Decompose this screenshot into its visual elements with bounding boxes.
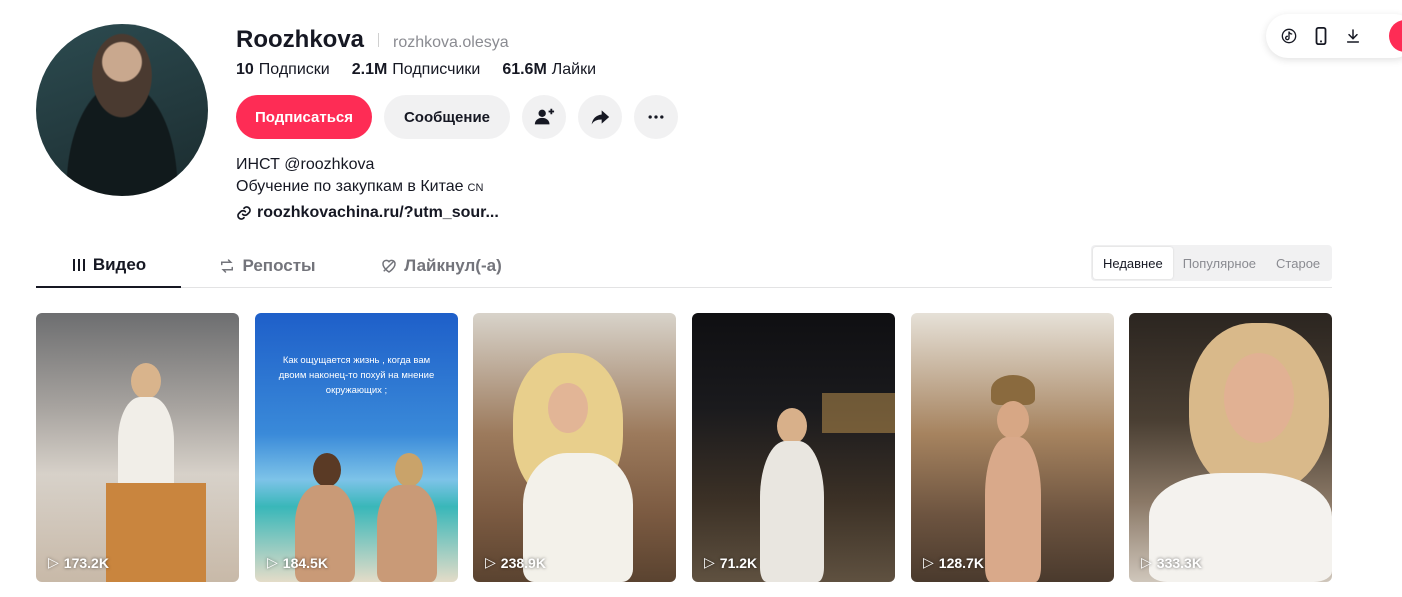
more-icon	[648, 115, 664, 119]
sort-popular[interactable]: Популярное	[1173, 247, 1266, 279]
tab-reposts-label: Репосты	[242, 256, 316, 275]
play-icon: ▷	[48, 554, 59, 570]
tab-videos-label: Видео	[92, 255, 147, 274]
stat-followers[interactable]: 2.1M Подписчики	[352, 61, 481, 79]
sort-oldest[interactable]: Старое	[1266, 247, 1330, 279]
video-card[interactable]: ▷ 71.2K	[692, 313, 895, 582]
stat-following[interactable]: 10 Подписки	[236, 61, 330, 79]
sort-control: Недавнее Популярное Старое	[1091, 245, 1332, 281]
bio-line-1: ИНСТ @roozhkova	[236, 156, 375, 173]
thumbnail-person	[131, 363, 161, 399]
stat-likes-label: Лайки	[551, 61, 597, 78]
profile-actions: Подписаться Сообщение	[236, 95, 678, 139]
repost-icon	[221, 259, 234, 273]
stat-followers-value: 2.1M	[351, 61, 388, 78]
tiktok-icon[interactable]	[1280, 27, 1298, 45]
heart-hidden-icon	[382, 259, 396, 273]
thumbnail-person-body	[377, 485, 437, 582]
video-card[interactable]: ▷ 238.9K	[473, 313, 676, 582]
link-icon	[237, 206, 251, 220]
thumbnail-lights	[822, 393, 895, 433]
cn-flag-label: CN	[467, 182, 484, 194]
view-count: ▷ 238.9K	[485, 554, 546, 571]
video-grid: ▷ 173.2K Как ощущается жизнь , когда вам …	[36, 313, 1332, 582]
play-icon: ▷	[1141, 554, 1152, 570]
thumbnail-person	[313, 453, 341, 487]
floating-toolbar	[1266, 14, 1402, 58]
bio-link[interactable]: roozhkovachina.ru/?utm_sour...	[236, 204, 499, 222]
profile-stats: 10 Подписки 2.1M Подписчики 61.6M Лайки	[236, 61, 596, 79]
bio-line-2: Обучение по закупкам в Китае CN	[236, 176, 483, 199]
stat-following-label: Подписки	[258, 61, 330, 78]
sort-latest[interactable]: Недавнее	[1093, 247, 1173, 279]
play-icon: ▷	[923, 554, 934, 570]
display-name: Roozhkova	[236, 26, 365, 53]
view-count-text: 71.2K	[719, 554, 758, 571]
bio-link-text: roozhkovachina.ru/?utm_sour...	[257, 204, 499, 221]
thumbnail-box	[106, 483, 206, 582]
view-count: ▷ 184.5K	[267, 554, 328, 571]
view-count: ▷ 333.3K	[1141, 554, 1202, 571]
view-count-text: 128.7K	[938, 554, 984, 571]
username: rozhkova.olesya	[393, 34, 509, 51]
view-count-text: 173.2K	[63, 554, 109, 571]
tab-reposts[interactable]: Репосты	[202, 244, 332, 288]
tab-liked[interactable]: Лайкнул(-а)	[366, 244, 516, 288]
stat-likes-value: 61.6M	[502, 61, 547, 78]
video-overlay-text: Как ощущается жизнь , когда вам двоим на…	[278, 355, 435, 396]
view-count: ▷ 128.7K	[923, 554, 984, 571]
thumbnail-person-body	[760, 441, 824, 582]
message-button[interactable]: Сообщение	[384, 95, 510, 139]
view-count: ▷ 173.2K	[48, 554, 109, 571]
thumbnail-person	[777, 408, 807, 444]
thumbnail-person	[997, 401, 1029, 439]
download-icon[interactable]	[1344, 27, 1362, 45]
share-icon	[591, 110, 610, 125]
view-count: ▷ 71.2K	[704, 554, 757, 571]
video-card[interactable]: ▷ 333.3K	[1129, 313, 1332, 582]
bio-line-2-text: Обучение по закупкам в Китае	[236, 178, 464, 195]
thumbnail-person-body	[985, 437, 1041, 582]
add-friend-button[interactable]	[522, 95, 566, 139]
brand-circle-button[interactable]	[1389, 20, 1402, 52]
tab-liked-label: Лайкнул(-а)	[404, 256, 502, 275]
stat-following-value: 10	[236, 61, 254, 78]
profile-avatar[interactable]	[36, 24, 208, 196]
add-user-icon	[534, 108, 555, 125]
video-card[interactable]: ▷ 128.7K	[911, 313, 1114, 582]
tab-videos[interactable]: Видео	[36, 244, 181, 288]
profile-header: Roozhkova rozhkova.olesya	[236, 26, 509, 54]
video-card[interactable]: ▷ 173.2K	[36, 313, 239, 582]
divider	[378, 33, 380, 47]
play-icon: ▷	[267, 554, 278, 570]
follow-button[interactable]: Подписаться	[236, 95, 372, 139]
play-icon: ▷	[485, 554, 496, 570]
phone-icon[interactable]	[1312, 27, 1330, 45]
view-count-text: 238.9K	[500, 554, 546, 571]
thumbnail-person	[548, 383, 588, 433]
share-button[interactable]	[578, 95, 622, 139]
grid-icon	[72, 259, 85, 271]
more-button[interactable]	[634, 95, 678, 139]
video-card[interactable]: Как ощущается жизнь , когда вам двоим на…	[255, 313, 458, 582]
view-count-text: 333.3K	[1156, 554, 1202, 571]
thumbnail-person	[1224, 353, 1294, 443]
stat-likes: 61.6M Лайки	[502, 61, 596, 79]
stat-followers-label: Подписчики	[392, 61, 481, 78]
play-icon: ▷	[704, 554, 715, 570]
view-count-text: 184.5K	[282, 554, 328, 571]
bio: ИНСТ @roozhkova Обучение по закупкам в К…	[236, 154, 483, 199]
thumbnail-person	[395, 453, 423, 487]
